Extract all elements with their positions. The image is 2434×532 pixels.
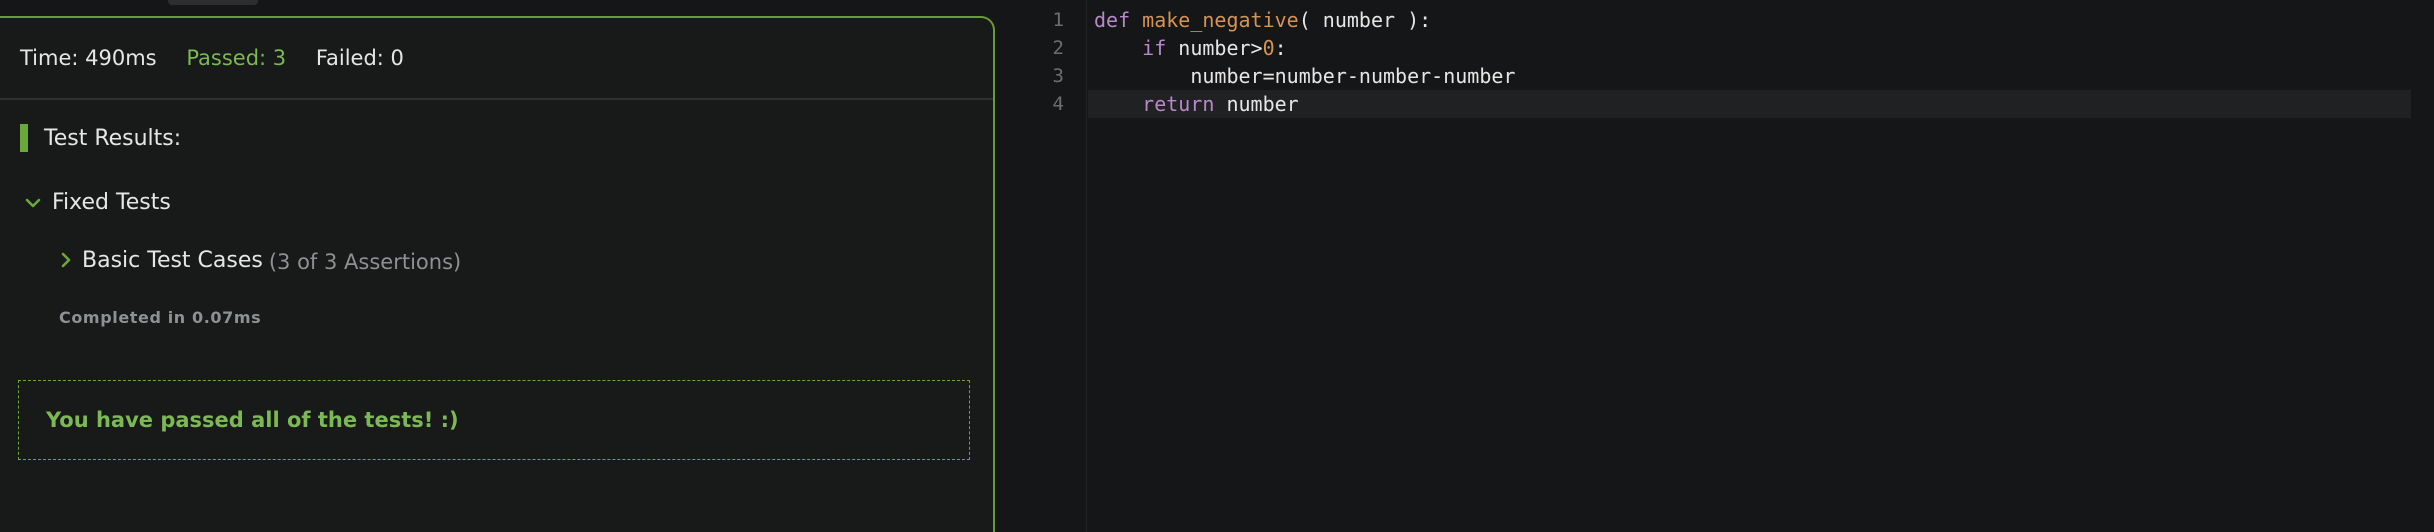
test-results-panel: Time: 490ms Passed: 3 Failed: 0 Test Res…: [0, 16, 995, 532]
line-number: 3: [1052, 65, 1064, 87]
code-line[interactable]: number=number-number-number: [1094, 62, 1515, 90]
code-line[interactable]: if number>0:: [1094, 34, 1287, 62]
success-message-box: You have passed all of the tests! :): [18, 380, 970, 460]
chevron-down-icon: [25, 198, 41, 207]
assertion-count: (3 of 3 Assertions): [268, 250, 462, 274]
code-token-plain: ( number ):: [1298, 8, 1432, 32]
completion-time: Completed in 0.07ms: [59, 308, 262, 327]
test-group-fixed-tests[interactable]: Fixed Tests: [24, 190, 171, 215]
passed-stat: Passed: 3: [186, 46, 287, 70]
app-root: Time: 490ms Passed: 3 Failed: 0 Test Res…: [0, 0, 2434, 532]
code-line[interactable]: def make_negative( number ):: [1094, 6, 1431, 34]
code-editor[interactable]: 1 2 3 4 def make_negative( number ): if …: [998, 0, 2411, 532]
code-token-fn: make_negative: [1142, 8, 1299, 32]
test-group-label: Fixed Tests: [52, 190, 171, 215]
line-number: 2: [1052, 37, 1064, 59]
code-token-kw: def: [1094, 8, 1143, 32]
line-number-gutter: 1 2 3 4: [998, 0, 1087, 532]
test-case-basic[interactable]: Basic Test Cases (3 of 3 Assertions): [58, 246, 461, 274]
code-token-plain: :: [1274, 36, 1287, 60]
line-number: 1: [1052, 9, 1064, 31]
heading-marker: [20, 124, 28, 152]
time-stat: Time: 490ms: [20, 46, 157, 70]
tab-stub[interactable]: [168, 0, 258, 5]
test-case-name: Basic Test Cases: [82, 247, 263, 273]
code-token-kw: if: [1142, 36, 1167, 60]
line-number: 4: [1052, 93, 1064, 115]
code-token-kw: return: [1142, 92, 1215, 116]
stats-divider: [0, 98, 993, 100]
code-token-plain: number=number-number-number: [1094, 64, 1516, 88]
success-message: You have passed all of the tests! :): [46, 408, 459, 432]
code-token-plain: number>: [1166, 36, 1263, 60]
test-stats-bar: Time: 490ms Passed: 3 Failed: 0: [20, 46, 427, 70]
chevron-right-icon: [61, 252, 71, 268]
code-token-num: 0: [1262, 36, 1275, 60]
code-token-plain: number: [1214, 92, 1299, 116]
failed-stat: Failed: 0: [315, 46, 404, 70]
results-heading: Test Results:: [20, 124, 181, 152]
code-line[interactable]: return number: [1094, 90, 1299, 118]
results-heading-label: Test Results:: [44, 125, 182, 151]
